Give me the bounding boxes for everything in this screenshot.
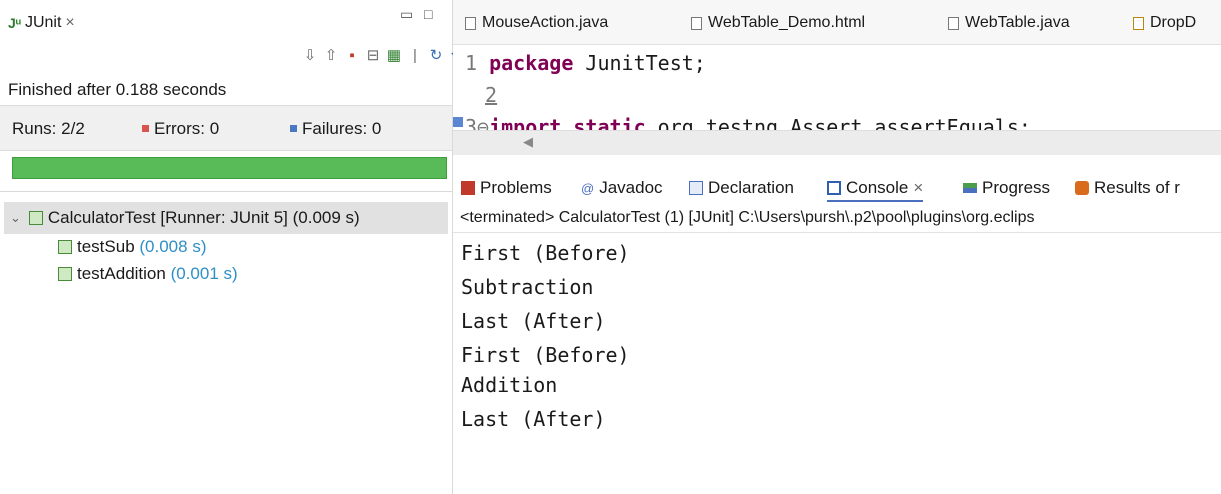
tab-label: Progress <box>982 178 1051 197</box>
line-number: 1 <box>465 51 478 75</box>
test-name: testSub <box>77 237 135 256</box>
skipped-tests-icon[interactable]: ▦ <box>386 46 402 64</box>
toolbar-separator: | <box>413 46 417 64</box>
errors-counter: Errors: 0 <box>142 119 219 139</box>
close-icon[interactable]: × <box>65 14 74 32</box>
test-suite-label: CalculatorTest [Runner: JUnit 5] (0.009 … <box>47 208 360 227</box>
minimize-icon[interactable]: ▭ <box>400 6 413 23</box>
scroll-left-icon[interactable]: ◀ <box>523 134 533 150</box>
test-tree-item[interactable]: testAddition (0.001 s) <box>58 264 238 284</box>
declaration-icon <box>689 181 703 195</box>
runs-value: 2/2 <box>61 119 85 138</box>
error-icon <box>142 125 149 132</box>
code-text: JunitTest; <box>573 51 706 75</box>
test-tree-item[interactable]: testSub (0.008 s) <box>58 237 206 257</box>
runs-label: Runs: <box>12 119 57 138</box>
failures-value: 0 <box>371 119 382 138</box>
test-name: testAddition <box>77 264 166 283</box>
editor-tab-webtable[interactable]: WebTable.java <box>948 14 1070 32</box>
errors-value: 0 <box>209 119 220 138</box>
console-terminated-line: <terminated> CalculatorTest (1) [JUnit] … <box>460 209 1035 226</box>
junit-tab-bar: Jᵘ JUnit × ▭ □ <box>0 0 452 46</box>
code-line: 1 package JunitTest; <box>465 51 706 75</box>
failures-label: Failures: <box>302 119 368 138</box>
line-number: 2 <box>485 83 498 107</box>
console-output-line: Addition <box>461 373 558 397</box>
bookmark-marker <box>453 117 463 127</box>
tab-label: Javadoc <box>599 178 663 197</box>
tab-results[interactable]: Results of r <box>1075 178 1180 198</box>
maximize-icon[interactable]: □ <box>424 6 432 22</box>
test-passed-icon <box>58 240 72 254</box>
divider <box>0 191 452 192</box>
java-file-icon <box>1133 16 1144 30</box>
editor-tab-label: DropD <box>1150 14 1197 31</box>
console-output-line: Last (After) <box>461 309 606 333</box>
counters-panel: Runs: 2/2 Errors: 0 Failures: 0 <box>0 105 452 151</box>
tab-label: Problems <box>480 178 552 197</box>
editor-tab-label: WebTable.java <box>965 14 1070 31</box>
console-output-line: First (Before) <box>461 241 630 265</box>
failure-icon <box>290 125 297 132</box>
divider <box>453 232 1221 233</box>
editor-tab-mouseaction[interactable]: MouseAction.java <box>465 14 608 32</box>
console-output-line: Subtraction <box>461 275 594 299</box>
test-tree-root[interactable]: ⌄ CalculatorTest [Runner: JUnit 5] (0.00… <box>4 202 448 234</box>
finished-status: Finished after 0.188 seconds <box>8 80 227 99</box>
scroll-lock-icon[interactable]: ⊟ <box>365 46 381 64</box>
test-time: (0.001 s) <box>170 264 238 283</box>
editor-tab-dropdown[interactable]: DropD <box>1133 14 1196 32</box>
problems-icon <box>461 181 475 195</box>
javadoc-icon: @ <box>581 180 595 196</box>
junit-tab[interactable]: Jᵘ JUnit × <box>8 14 75 32</box>
java-file-icon <box>948 16 959 30</box>
tab-problems[interactable]: Problems <box>461 178 552 198</box>
junit-tab-label: JUnit <box>24 14 62 31</box>
next-failure-icon[interactable]: ⇩ <box>302 46 318 64</box>
junit-view: Jᵘ JUnit × ▭ □ ⇩ ⇧ ▪ ⊟ ▦ | ↻ ⟲ ■ ☰ ▾ ⋮ F… <box>0 0 549 494</box>
java-file-icon <box>465 16 476 30</box>
previous-failure-icon[interactable]: ⇧ <box>323 46 339 64</box>
rerun-icon[interactable]: ↻ <box>428 46 444 64</box>
junit-icon: Jᵘ <box>8 15 21 31</box>
console-tab-bar: Problems @ Javadoc Declaration Console ×… <box>453 172 1221 208</box>
test-passed-icon <box>58 267 72 281</box>
errors-label: Errors: <box>154 119 205 138</box>
test-suite-icon <box>28 211 43 225</box>
console-output-line: Last (After) <box>461 407 606 431</box>
editor-tab-bar: MouseAction.java WebTable_Demo.html WebT… <box>453 0 1221 45</box>
tab-label: Results of r <box>1094 178 1180 197</box>
code-line: 2 <box>485 83 497 107</box>
test-time: (0.008 s) <box>139 237 207 256</box>
tab-javadoc[interactable]: @ Javadoc <box>581 178 663 198</box>
runs-counter: Runs: 2/2 <box>12 119 85 139</box>
failures-counter: Failures: 0 <box>290 119 381 139</box>
console-icon <box>827 181 841 195</box>
tab-label: Declaration <box>708 178 794 197</box>
tab-console[interactable]: Console × <box>827 178 924 202</box>
close-icon[interactable]: × <box>913 178 923 198</box>
chevron-down-icon[interactable]: ⌄ <box>10 210 21 226</box>
editor-tab-label: WebTable_Demo.html <box>708 14 866 31</box>
results-icon <box>1075 181 1089 195</box>
editor-tab-webtable-demo[interactable]: WebTable_Demo.html <box>691 14 865 32</box>
tab-declaration[interactable]: Declaration <box>689 178 794 198</box>
console-output-line: First (Before) <box>461 343 630 367</box>
html-file-icon <box>691 16 702 30</box>
editor-tab-label: MouseAction.java <box>482 14 609 31</box>
tab-progress[interactable]: Progress <box>963 178 1050 198</box>
progress-bar <box>12 157 447 179</box>
editor-horizontal-scrollbar[interactable]: ◀ <box>453 130 1221 155</box>
progress-icon <box>963 183 977 193</box>
tab-label: Console <box>846 178 909 197</box>
show-failures-only-icon[interactable]: ▪ <box>344 47 360 64</box>
code-keyword: package <box>489 51 574 75</box>
